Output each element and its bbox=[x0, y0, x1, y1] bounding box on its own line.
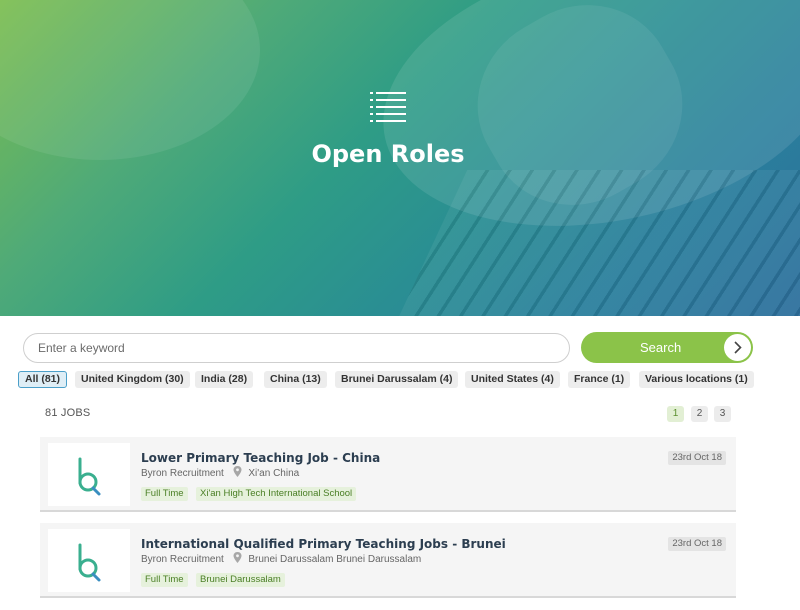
posted-date-badge: 23rd Oct 18 bbox=[668, 537, 726, 551]
posted-date-badge: 23rd Oct 18 bbox=[668, 451, 726, 465]
list-icon bbox=[370, 92, 406, 122]
page-title: Open Roles bbox=[311, 140, 465, 168]
job-location-tag: Brunei Darussalam bbox=[196, 573, 285, 587]
filter-chip-india[interactable]: India (28) bbox=[195, 371, 254, 388]
results-count: 81 JOBS bbox=[45, 407, 91, 419]
job-employer-tag: Xi'an High Tech International School bbox=[196, 487, 357, 501]
company-logo bbox=[48, 529, 130, 592]
filter-chip-united-states[interactable]: United States (4) bbox=[465, 371, 560, 388]
company-logo-icon bbox=[78, 543, 101, 582]
company-name: Byron Recruitment bbox=[141, 554, 224, 565]
hero-image-shade bbox=[0, 0, 260, 160]
job-type-tag: Full Time bbox=[141, 487, 188, 501]
company-logo-icon bbox=[78, 457, 101, 496]
page-button-2[interactable]: 2 bbox=[691, 406, 708, 422]
filter-chip-brunei[interactable]: Brunei Darussalam (4) bbox=[335, 371, 459, 388]
filter-chip-united-kingdom[interactable]: United Kingdom (30) bbox=[75, 371, 190, 388]
job-tags: Full Time Brunei Darussalam bbox=[141, 569, 289, 587]
filter-chip-france[interactable]: France (1) bbox=[568, 371, 631, 388]
location-pin-icon bbox=[233, 466, 242, 477]
hero-banner: Open Roles bbox=[0, 0, 800, 316]
chevron-right-icon bbox=[724, 334, 751, 361]
search-button[interactable]: Search bbox=[581, 332, 753, 363]
job-meta: Byron Recruitment Xi'an China bbox=[141, 466, 299, 479]
filter-chip-china[interactable]: China (13) bbox=[264, 371, 327, 388]
company-name: Byron Recruitment bbox=[141, 468, 224, 479]
job-tags: Full Time Xi'an High Tech International … bbox=[141, 483, 360, 501]
filter-chip-all[interactable]: All (81) bbox=[18, 371, 68, 388]
job-card[interactable]: International Qualified Primary Teaching… bbox=[40, 523, 736, 598]
search-button-label: Search bbox=[640, 340, 682, 355]
search-input[interactable] bbox=[23, 333, 570, 363]
job-meta: Byron Recruitment Brunei Darussalam Brun… bbox=[141, 552, 421, 565]
job-title-link[interactable]: Lower Primary Teaching Job - China bbox=[141, 451, 380, 465]
company-logo bbox=[48, 443, 130, 506]
job-title-link[interactable]: International Qualified Primary Teaching… bbox=[141, 537, 506, 551]
job-location: Xi'an China bbox=[248, 468, 300, 479]
page-button-1[interactable]: 1 bbox=[667, 406, 684, 422]
location-pin-icon bbox=[233, 552, 242, 563]
filter-chip-various-locations[interactable]: Various locations (1) bbox=[639, 371, 754, 388]
job-card[interactable]: Lower Primary Teaching Job - China Byron… bbox=[40, 437, 736, 512]
job-type-tag: Full Time bbox=[141, 573, 188, 587]
job-location: Brunei Darussalam Brunei Darussalam bbox=[248, 554, 422, 565]
page-button-3[interactable]: 3 bbox=[714, 406, 731, 422]
